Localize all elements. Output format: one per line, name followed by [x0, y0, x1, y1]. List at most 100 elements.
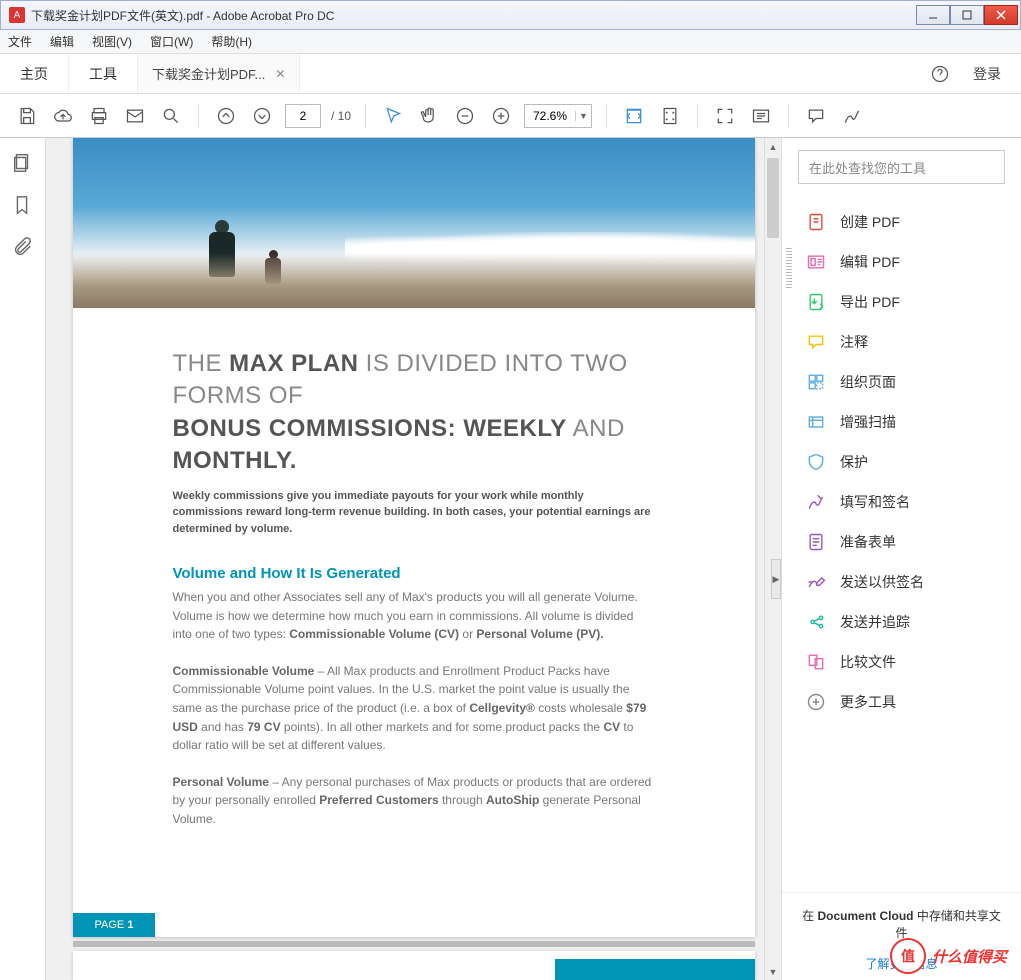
attachment-icon[interactable] — [11, 236, 35, 260]
bookmark-icon[interactable] — [11, 194, 35, 218]
scroll-down-icon[interactable]: ▼ — [765, 963, 781, 980]
paragraph: Commissionable Volume – All Max products… — [173, 662, 655, 755]
mail-icon[interactable] — [122, 103, 148, 129]
page-number-input[interactable] — [285, 104, 321, 128]
search-icon[interactable] — [158, 103, 184, 129]
zoom-input[interactable] — [525, 109, 575, 123]
zoom-select[interactable]: ▼ — [524, 104, 592, 128]
tool-search-input[interactable]: 在此处查找您的工具 — [798, 150, 1005, 184]
tool-item[interactable]: 保护 — [782, 442, 1021, 482]
tab-home[interactable]: 主页 — [0, 54, 69, 93]
comment-icon[interactable] — [803, 103, 829, 129]
hero-image — [73, 138, 755, 308]
tool-item[interactable]: 发送并追踪 — [782, 602, 1021, 642]
tool-item[interactable]: 比较文件 — [782, 642, 1021, 682]
panel-collapse-icon[interactable]: ▶ — [771, 559, 781, 599]
tool-item[interactable]: 更多工具 — [782, 682, 1021, 722]
tool-icon — [806, 452, 826, 472]
tab-document[interactable]: 下载奖金计划PDF... ✕ — [138, 54, 300, 93]
tool-icon — [806, 572, 826, 592]
tab-bar: 主页 工具 下载奖金计划PDF... ✕ 登录 — [0, 54, 1021, 94]
cloud-upload-icon[interactable] — [50, 103, 76, 129]
tool-label: 发送以供签名 — [840, 572, 924, 592]
tab-tools[interactable]: 工具 — [69, 54, 138, 93]
watermark-icon: 值 — [890, 938, 926, 974]
thumbnails-icon[interactable] — [11, 152, 35, 176]
help-icon[interactable] — [927, 61, 953, 87]
tool-item[interactable]: 组织页面 — [782, 362, 1021, 402]
document-canvas[interactable]: THE MAX PLAN IS DIVIDED INTO TWO FORMS O… — [46, 138, 781, 980]
page-down-icon[interactable] — [249, 103, 275, 129]
zoom-in-icon[interactable] — [488, 103, 514, 129]
tool-label: 注释 — [840, 332, 868, 352]
watermark: 值 什么值得买 — [890, 938, 1007, 974]
tool-label: 组织页面 — [840, 372, 896, 392]
tool-item[interactable]: 注释 — [782, 322, 1021, 362]
sign-icon[interactable] — [839, 103, 865, 129]
tool-icon — [806, 532, 826, 552]
tool-label: 创建 PDF — [840, 212, 900, 232]
close-button[interactable] — [984, 5, 1018, 25]
left-nav-bar — [0, 138, 46, 980]
pdf-page-next — [73, 951, 755, 980]
page-number-badge: PAGE 1 — [73, 913, 156, 937]
menu-file[interactable]: 文件 — [8, 33, 32, 50]
tool-label: 保护 — [840, 452, 868, 472]
read-mode-icon[interactable] — [748, 103, 774, 129]
tool-label: 准备表单 — [840, 532, 896, 552]
menu-window[interactable]: 窗口(W) — [150, 33, 193, 50]
tool-label: 比较文件 — [840, 652, 896, 672]
tool-icon — [806, 292, 826, 312]
scroll-up-icon[interactable]: ▲ — [765, 138, 781, 155]
panel-gripper[interactable] — [786, 248, 792, 288]
workspace: THE MAX PLAN IS DIVIDED INTO TWO FORMS O… — [0, 138, 1021, 980]
tool-item[interactable]: 增强扫描 — [782, 402, 1021, 442]
tool-item[interactable]: 创建 PDF — [782, 202, 1021, 242]
tool-icon — [806, 212, 826, 232]
hand-icon[interactable] — [416, 103, 442, 129]
tool-label: 导出 PDF — [840, 292, 900, 312]
window-titlebar: A 下载奖金计划PDF文件(英文).pdf - Adobe Acrobat Pr… — [0, 0, 1021, 30]
paragraph: When you and other Associates sell any o… — [173, 588, 655, 644]
scroll-thumb[interactable] — [767, 158, 779, 238]
watermark-text: 什么值得买 — [932, 946, 1007, 967]
menu-edit[interactable]: 编辑 — [50, 33, 74, 50]
page-total-label: / 10 — [331, 109, 351, 123]
doc-subheading: Weekly commissions give you immediate pa… — [173, 488, 655, 538]
maximize-button[interactable] — [950, 5, 984, 25]
tool-item[interactable]: 导出 PDF — [782, 282, 1021, 322]
pointer-icon[interactable] — [380, 103, 406, 129]
tool-label: 编辑 PDF — [840, 252, 900, 272]
tool-icon — [806, 492, 826, 512]
doc-heading: THE MAX PLAN IS DIVIDED INTO TWO FORMS O… — [173, 348, 655, 478]
menu-view[interactable]: 视图(V) — [92, 33, 132, 50]
paragraph: Personal Volume – Any personal purchases… — [173, 773, 655, 829]
tool-icon — [806, 412, 826, 432]
window-title: 下载奖金计划PDF文件(英文).pdf - Adobe Acrobat Pro … — [31, 7, 916, 24]
print-icon[interactable] — [86, 103, 112, 129]
tool-icon — [806, 252, 826, 272]
tool-item[interactable]: 准备表单 — [782, 522, 1021, 562]
tool-item[interactable]: 发送以供签名 — [782, 562, 1021, 602]
tool-label: 更多工具 — [840, 692, 896, 712]
acrobat-icon: A — [9, 7, 25, 23]
fit-width-icon[interactable] — [621, 103, 647, 129]
login-button[interactable]: 登录 — [973, 64, 1001, 84]
minimize-button[interactable] — [916, 5, 950, 25]
tab-close-icon[interactable]: ✕ — [275, 67, 285, 81]
tool-label: 填写和签名 — [840, 492, 910, 512]
fullscreen-icon[interactable] — [712, 103, 738, 129]
save-icon[interactable] — [14, 103, 40, 129]
tool-list: 创建 PDF 编辑 PDF 导出 PDF 注释组织页面增强扫描保护填写和签名准备表单发… — [782, 196, 1021, 892]
pdf-page: THE MAX PLAN IS DIVIDED INTO TWO FORMS O… — [73, 138, 755, 937]
tool-item[interactable]: 填写和签名 — [782, 482, 1021, 522]
menu-help[interactable]: 帮助(H) — [211, 33, 252, 50]
zoom-out-icon[interactable] — [452, 103, 478, 129]
tool-item[interactable]: 编辑 PDF — [782, 242, 1021, 282]
tool-icon — [806, 372, 826, 392]
page-up-icon[interactable] — [213, 103, 239, 129]
tool-label: 发送并追踪 — [840, 612, 910, 632]
tool-icon — [806, 612, 826, 632]
chevron-down-icon[interactable]: ▼ — [575, 111, 591, 121]
fit-page-icon[interactable] — [657, 103, 683, 129]
